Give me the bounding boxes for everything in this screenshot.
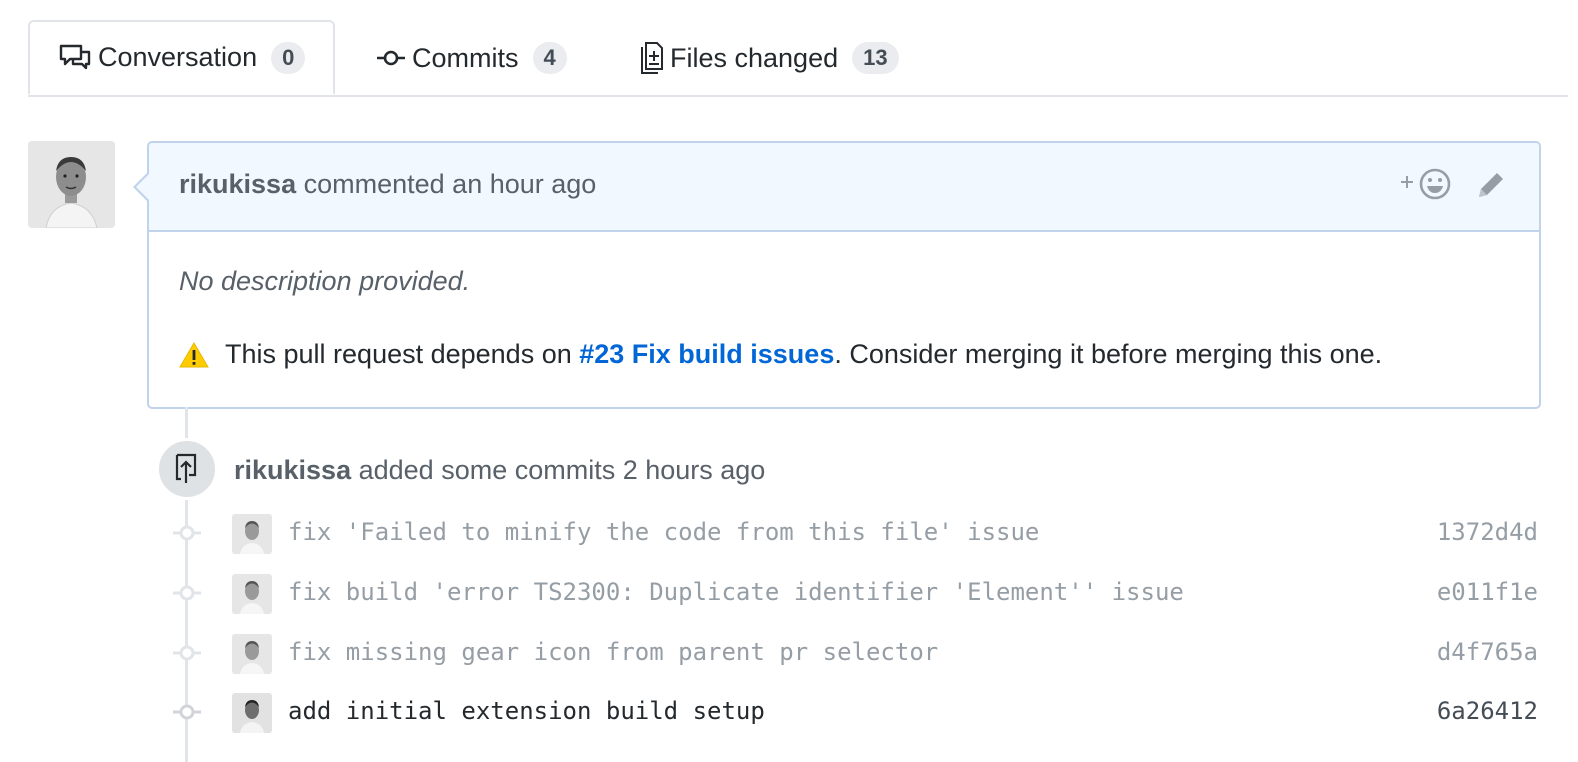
commit-row: fix build 'error TS2300: Duplicate ident…	[0, 574, 1578, 614]
dependency-pr-link[interactable]: #23 Fix build issues	[579, 339, 834, 370]
push-event-badge	[156, 438, 218, 500]
git-commit-icon	[172, 582, 202, 609]
comment-header-text: rikukissa commented an hour ago	[179, 169, 596, 200]
pr-comment: rikukissa commented an hour ago No descr…	[133, 141, 1541, 409]
commit-author-avatar[interactable]	[232, 693, 272, 733]
commit-row: add initial extension build setup 6a2641…	[0, 693, 1578, 733]
comment-author[interactable]: rikukissa	[179, 169, 296, 199]
commit-sha[interactable]: e011f1e	[1437, 578, 1538, 606]
dependency-notice: This pull request depends on #23 Fix bui…	[179, 339, 1382, 370]
tab-files-changed-label: Files changed	[670, 42, 839, 73]
avatar-photo	[28, 141, 115, 228]
comment-action[interactable]: commented an hour ago	[304, 169, 597, 199]
comment-body-empty: No description provided.	[179, 266, 471, 296]
tab-conversation[interactable]: Conversation 0	[28, 20, 335, 95]
commit-row: fix 'Failed to minify the code from this…	[0, 514, 1578, 554]
warning-icon	[179, 341, 209, 368]
git-commit-icon	[172, 642, 202, 669]
repo-push-icon	[173, 453, 201, 485]
tab-conversation-label: Conversation	[98, 42, 258, 72]
git-commit-icon	[376, 48, 406, 68]
pr-tabnav: Conversation 0 Commits 4 Files changed 1…	[28, 20, 1568, 97]
dependency-suffix: . Consider merging it before merging thi…	[834, 339, 1383, 369]
commit-author-avatar[interactable]	[232, 574, 272, 614]
comment-caret-fill	[136, 173, 150, 201]
event-action[interactable]: added some commits 2 hours ago	[359, 455, 766, 485]
commit-message[interactable]: add initial extension build setup	[288, 697, 765, 725]
file-diff-icon	[640, 41, 666, 75]
commit-message[interactable]: fix missing gear icon from parent pr sel…	[288, 638, 938, 666]
dependency-prefix: This pull request depends on	[225, 339, 580, 369]
pencil-icon	[1475, 169, 1505, 203]
add-reaction-button[interactable]	[1399, 167, 1453, 201]
commit-sha[interactable]: 6a26412	[1437, 697, 1538, 725]
push-event-text: rikukissa added some commits 2 hours ago	[234, 455, 765, 486]
commit-author-avatar[interactable]	[232, 514, 272, 554]
avatar[interactable]	[28, 141, 115, 228]
comment-header: rikukissa commented an hour ago	[149, 143, 1539, 232]
tab-conversation-counter: 0	[271, 41, 306, 74]
add-reaction-icon	[1399, 167, 1453, 201]
commit-sha[interactable]: 1372d4d	[1437, 518, 1538, 546]
commit-author-avatar[interactable]	[232, 634, 272, 674]
commit-row: fix missing gear icon from parent pr sel…	[0, 634, 1578, 674]
git-commit-icon	[172, 701, 202, 728]
tab-files-changed-counter: 13	[852, 42, 899, 74]
tab-commits-counter: 4	[532, 42, 567, 74]
edit-comment-button[interactable]	[1475, 169, 1505, 208]
git-commit-icon	[172, 522, 202, 549]
comment-discussion-icon	[58, 43, 92, 73]
commit-sha[interactable]: d4f765a	[1437, 638, 1538, 666]
tab-commits[interactable]: Commits 4	[376, 20, 567, 96]
event-author[interactable]: rikukissa	[234, 455, 351, 485]
commit-message[interactable]: fix build 'error TS2300: Duplicate ident…	[288, 578, 1184, 606]
commit-message[interactable]: fix 'Failed to minify the code from this…	[288, 518, 1039, 546]
tab-commits-label: Commits	[412, 42, 519, 73]
tab-files-changed[interactable]: Files changed 13	[640, 20, 899, 96]
